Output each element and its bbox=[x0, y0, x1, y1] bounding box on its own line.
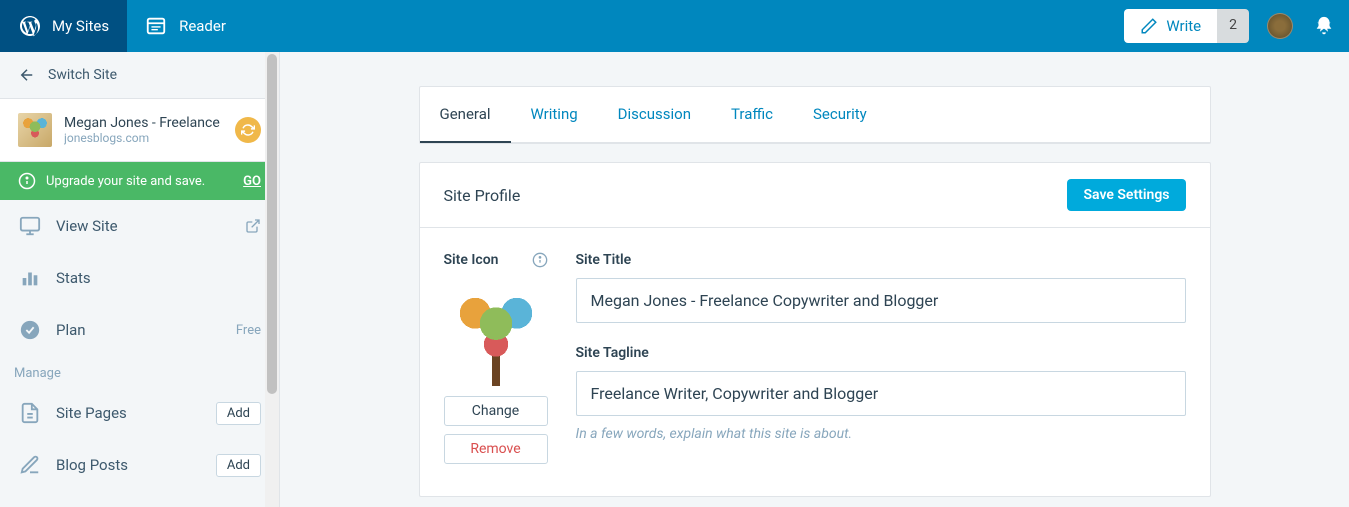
remove-icon-button[interactable]: Remove bbox=[444, 434, 548, 464]
tagline-help-text: In a few words, explain what this site i… bbox=[576, 426, 1186, 442]
site-icon-info-icon[interactable] bbox=[532, 252, 548, 268]
sidebar-scrollbar[interactable] bbox=[265, 52, 279, 507]
tab-writing[interactable]: Writing bbox=[511, 87, 598, 142]
notifications-icon[interactable] bbox=[1313, 15, 1335, 37]
my-sites-label: My Sites bbox=[52, 17, 109, 35]
sync-button[interactable] bbox=[235, 117, 261, 143]
tabs: General Writing Discussion Traffic Secur… bbox=[420, 87, 1210, 143]
site-profile-panel: Site Profile Save Settings Site Icon Cha… bbox=[419, 162, 1211, 497]
plan-label: Plan bbox=[56, 321, 86, 339]
view-site-label: View Site bbox=[56, 217, 118, 235]
site-tagline-input[interactable] bbox=[576, 371, 1186, 416]
sidebar-item-stats[interactable]: Stats bbox=[0, 252, 279, 304]
site-thumbnail bbox=[18, 113, 52, 147]
write-count-badge[interactable]: 2 bbox=[1217, 9, 1249, 43]
stats-icon bbox=[18, 266, 42, 290]
avatar[interactable] bbox=[1267, 13, 1293, 39]
upgrade-text: Upgrade your site and save. bbox=[46, 174, 205, 189]
sidebar-item-view-site[interactable]: View Site bbox=[0, 200, 279, 252]
tab-security[interactable]: Security bbox=[793, 87, 887, 142]
blog-posts-label: Blog Posts bbox=[56, 456, 128, 474]
reader-label: Reader bbox=[179, 17, 226, 35]
reader-icon bbox=[145, 15, 167, 37]
sidebar-item-plan[interactable]: Plan Free bbox=[0, 304, 279, 356]
site-domain: jonesblogs.com bbox=[64, 131, 223, 145]
switch-site-label: Switch Site bbox=[48, 67, 117, 83]
monitor-icon bbox=[18, 214, 42, 238]
reader-nav[interactable]: Reader bbox=[127, 15, 244, 37]
my-sites-nav[interactable]: My Sites bbox=[0, 0, 127, 52]
stats-label: Stats bbox=[56, 269, 91, 287]
sidebar: Switch Site Megan Jones - Freelance jone… bbox=[0, 52, 280, 507]
site-card[interactable]: Megan Jones - Freelance jonesblogs.com bbox=[0, 98, 279, 162]
change-icon-button[interactable]: Change bbox=[444, 396, 548, 426]
site-title-input[interactable] bbox=[576, 278, 1186, 323]
add-page-button[interactable]: Add bbox=[216, 402, 261, 425]
pages-icon bbox=[18, 401, 42, 425]
tab-discussion[interactable]: Discussion bbox=[598, 87, 711, 142]
info-icon bbox=[18, 172, 36, 190]
wordpress-icon bbox=[18, 14, 42, 38]
plan-icon bbox=[18, 318, 42, 342]
upgrade-go-link[interactable]: GO bbox=[243, 174, 261, 189]
site-tagline-label: Site Tagline bbox=[576, 345, 1186, 361]
write-label: Write bbox=[1166, 17, 1201, 35]
content-area: General Writing Discussion Traffic Secur… bbox=[280, 52, 1349, 507]
manage-section-label: Manage bbox=[0, 356, 279, 387]
panel-title: Site Profile bbox=[444, 186, 521, 205]
topbar: My Sites Reader Write 2 bbox=[0, 0, 1349, 52]
tab-traffic[interactable]: Traffic bbox=[711, 87, 793, 142]
tab-general[interactable]: General bbox=[420, 87, 511, 143]
posts-icon bbox=[18, 453, 42, 477]
upgrade-banner[interactable]: Upgrade your site and save. GO bbox=[0, 162, 279, 200]
external-link-icon bbox=[245, 218, 261, 234]
site-icon-preview bbox=[444, 282, 548, 386]
site-icon-label: Site Icon bbox=[444, 252, 499, 268]
sync-icon bbox=[241, 123, 255, 137]
switch-site-link[interactable]: Switch Site bbox=[0, 52, 279, 98]
site-title-label: Site Title bbox=[576, 252, 1186, 268]
arrow-left-icon bbox=[18, 66, 36, 84]
site-name: Megan Jones - Freelance bbox=[64, 115, 223, 131]
write-group: Write 2 bbox=[1124, 9, 1249, 43]
save-settings-button[interactable]: Save Settings bbox=[1067, 179, 1185, 211]
sidebar-item-site-pages[interactable]: Site Pages Add bbox=[0, 387, 279, 439]
plan-value: Free bbox=[236, 323, 261, 338]
sidebar-item-blog-posts[interactable]: Blog Posts Add bbox=[0, 439, 279, 491]
write-button[interactable]: Write bbox=[1124, 9, 1217, 43]
pencil-icon bbox=[1140, 17, 1158, 35]
add-post-button[interactable]: Add bbox=[216, 454, 261, 477]
settings-tabs-card: General Writing Discussion Traffic Secur… bbox=[419, 86, 1211, 144]
site-pages-label: Site Pages bbox=[56, 404, 127, 422]
